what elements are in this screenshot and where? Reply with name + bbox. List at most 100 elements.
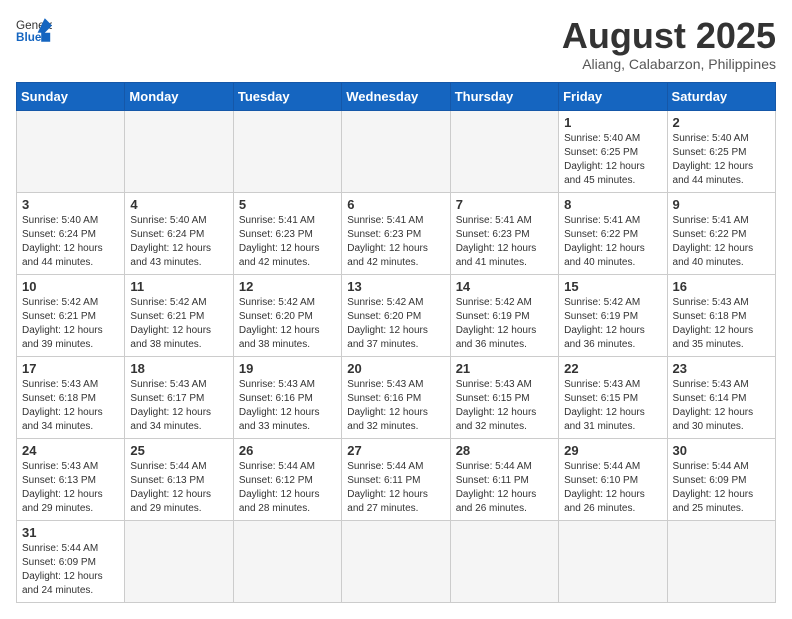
calendar-cell: 11Sunrise: 5:42 AMSunset: 6:21 PMDayligh…	[125, 274, 233, 356]
day-number: 23	[673, 361, 770, 376]
day-number: 24	[22, 443, 119, 458]
day-number: 15	[564, 279, 661, 294]
day-info: Sunrise: 5:41 AMSunset: 6:22 PMDaylight:…	[673, 214, 770, 270]
day-number: 16	[673, 279, 770, 294]
day-info: Sunrise: 5:43 AMSunset: 6:15 PMDaylight:…	[456, 378, 553, 434]
day-info: Sunrise: 5:44 AMSunset: 6:13 PMDaylight:…	[130, 460, 227, 516]
calendar-subtitle: Aliang, Calabarzon, Philippines	[562, 56, 776, 72]
day-number: 18	[130, 361, 227, 376]
calendar-cell: 5 Sunrise: 5:41 AMSunset: 6:23 PMDaylight…	[233, 192, 341, 274]
calendar-cell	[559, 520, 667, 602]
calendar-cell	[125, 520, 233, 602]
calendar-cell: 24Sunrise: 5:43 AMSunset: 6:13 PMDayligh…	[17, 438, 125, 520]
calendar-cell	[342, 520, 450, 602]
day-info: Sunrise: 5:44 AMSunset: 6:10 PMDaylight:…	[564, 460, 661, 516]
calendar-cell: 25 Sunrise: 5:44 AMSunset: 6:13 PMDayligh…	[125, 438, 233, 520]
weekday-header-thursday: Thursday	[450, 82, 558, 110]
calendar-cell: 22 Sunrise: 5:43 AMSunset: 6:15 PMDayligh…	[559, 356, 667, 438]
day-info: Sunrise: 5:41 AMSunset: 6:23 PMDaylight:…	[456, 214, 553, 270]
day-info: Sunrise: 5:42 AMSunset: 6:19 PMDaylight:…	[564, 296, 661, 352]
day-number: 25	[130, 443, 227, 458]
day-number: 31	[22, 525, 119, 540]
calendar-cell: 3Sunrise: 5:40 AMSunset: 6:24 PMDaylight…	[17, 192, 125, 274]
day-info: Sunrise: 5:43 AMSunset: 6:16 PMDaylight:…	[239, 378, 336, 434]
weekday-header-monday: Monday	[125, 82, 233, 110]
calendar-cell: 7 Sunrise: 5:41 AMSunset: 6:23 PMDaylight…	[450, 192, 558, 274]
day-number: 10	[22, 279, 119, 294]
calendar-cell	[667, 520, 775, 602]
calendar-cell: 15 Sunrise: 5:42 AMSunset: 6:19 PMDayligh…	[559, 274, 667, 356]
calendar-cell: 14Sunrise: 5:42 AMSunset: 6:19 PMDayligh…	[450, 274, 558, 356]
calendar-cell: 28Sunrise: 5:44 AMSunset: 6:11 PMDayligh…	[450, 438, 558, 520]
calendar-cell: 4Sunrise: 5:40 AMSunset: 6:24 PMDaylight…	[125, 192, 233, 274]
day-info: Sunrise: 5:41 AMSunset: 6:22 PMDaylight:…	[564, 214, 661, 270]
day-number: 7	[456, 197, 553, 212]
calendar-cell: 13 Sunrise: 5:42 AMSunset: 6:20 PMDayligh…	[342, 274, 450, 356]
week-row-2: 10 Sunrise: 5:42 AMSunset: 6:21 PMDayligh…	[17, 274, 776, 356]
day-number: 30	[673, 443, 770, 458]
calendar-cell: 9 Sunrise: 5:41 AMSunset: 6:22 PMDaylight…	[667, 192, 775, 274]
day-info: Sunrise: 5:42 AMSunset: 6:19 PMDaylight:…	[456, 296, 553, 352]
day-info: Sunrise: 5:43 AMSunset: 6:16 PMDaylight:…	[347, 378, 444, 434]
calendar-cell: 18 Sunrise: 5:43 AMSunset: 6:17 PMDayligh…	[125, 356, 233, 438]
calendar-cell: 27 Sunrise: 5:44 AMSunset: 6:11 PMDayligh…	[342, 438, 450, 520]
weekday-header-tuesday: Tuesday	[233, 82, 341, 110]
calendar-cell	[125, 110, 233, 192]
calendar-cell	[450, 520, 558, 602]
calendar-cell: 21 Sunrise: 5:43 AMSunset: 6:15 PMDayligh…	[450, 356, 558, 438]
day-number: 13	[347, 279, 444, 294]
day-info: Sunrise: 5:42 AMSunset: 6:20 PMDaylight:…	[347, 296, 444, 352]
weekday-header-saturday: Saturday	[667, 82, 775, 110]
week-row-3: 17Sunrise: 5:43 AMSunset: 6:18 PMDayligh…	[17, 356, 776, 438]
svg-text:Blue: Blue	[16, 31, 42, 44]
day-number: 27	[347, 443, 444, 458]
weekday-header-wednesday: Wednesday	[342, 82, 450, 110]
calendar-cell: 2Sunrise: 5:40 AMSunset: 6:25 PMDaylight…	[667, 110, 775, 192]
day-info: Sunrise: 5:40 AMSunset: 6:25 PMDaylight:…	[673, 132, 770, 188]
calendar-cell: 16 Sunrise: 5:43 AMSunset: 6:18 PMDayligh…	[667, 274, 775, 356]
weekday-header-row: SundayMondayTuesdayWednesdayThursdayFrid…	[17, 82, 776, 110]
calendar-cell	[342, 110, 450, 192]
day-info: Sunrise: 5:43 AMSunset: 6:18 PMDaylight:…	[673, 296, 770, 352]
day-number: 26	[239, 443, 336, 458]
day-info: Sunrise: 5:42 AMSunset: 6:21 PMDaylight:…	[130, 296, 227, 352]
day-number: 20	[347, 361, 444, 376]
day-number: 8	[564, 197, 661, 212]
calendar-cell: 26 Sunrise: 5:44 AMSunset: 6:12 PMDayligh…	[233, 438, 341, 520]
calendar-cell: 10 Sunrise: 5:42 AMSunset: 6:21 PMDayligh…	[17, 274, 125, 356]
day-info: Sunrise: 5:40 AMSunset: 6:25 PMDaylight:…	[564, 132, 661, 188]
day-number: 6	[347, 197, 444, 212]
day-info: Sunrise: 5:43 AMSunset: 6:14 PMDaylight:…	[673, 378, 770, 434]
day-number: 9	[673, 197, 770, 212]
calendar-table: SundayMondayTuesdayWednesdayThursdayFrid…	[16, 82, 776, 603]
day-info: Sunrise: 5:41 AMSunset: 6:23 PMDaylight:…	[239, 214, 336, 270]
day-number: 21	[456, 361, 553, 376]
logo-icon: General Blue	[16, 16, 52, 44]
day-number: 29	[564, 443, 661, 458]
day-number: 22	[564, 361, 661, 376]
calendar-cell	[233, 110, 341, 192]
calendar-cell: 1Sunrise: 5:40 AMSunset: 6:25 PMDaylight…	[559, 110, 667, 192]
day-number: 4	[130, 197, 227, 212]
calendar-cell: 6 Sunrise: 5:41 AMSunset: 6:23 PMDaylight…	[342, 192, 450, 274]
day-info: Sunrise: 5:43 AMSunset: 6:17 PMDaylight:…	[130, 378, 227, 434]
calendar-cell: 29 Sunrise: 5:44 AMSunset: 6:10 PMDayligh…	[559, 438, 667, 520]
day-info: Sunrise: 5:43 AMSunset: 6:15 PMDaylight:…	[564, 378, 661, 434]
weekday-header-friday: Friday	[559, 82, 667, 110]
day-number: 5	[239, 197, 336, 212]
calendar-cell: 30Sunrise: 5:44 AMSunset: 6:09 PMDayligh…	[667, 438, 775, 520]
day-info: Sunrise: 5:44 AMSunset: 6:12 PMDaylight:…	[239, 460, 336, 516]
day-number: 12	[239, 279, 336, 294]
day-info: Sunrise: 5:42 AMSunset: 6:21 PMDaylight:…	[22, 296, 119, 352]
day-info: Sunrise: 5:44 AMSunset: 6:11 PMDaylight:…	[347, 460, 444, 516]
calendar-cell: 12Sunrise: 5:42 AMSunset: 6:20 PMDayligh…	[233, 274, 341, 356]
calendar-cell	[17, 110, 125, 192]
day-number: 17	[22, 361, 119, 376]
day-number: 19	[239, 361, 336, 376]
calendar-cell: 31Sunrise: 5:44 AMSunset: 6:09 PMDayligh…	[17, 520, 125, 602]
calendar-cell: 8 Sunrise: 5:41 AMSunset: 6:22 PMDaylight…	[559, 192, 667, 274]
day-info: Sunrise: 5:44 AMSunset: 6:11 PMDaylight:…	[456, 460, 553, 516]
weekday-header-sunday: Sunday	[17, 82, 125, 110]
day-info: Sunrise: 5:41 AMSunset: 6:23 PMDaylight:…	[347, 214, 444, 270]
calendar-cell: 17Sunrise: 5:43 AMSunset: 6:18 PMDayligh…	[17, 356, 125, 438]
